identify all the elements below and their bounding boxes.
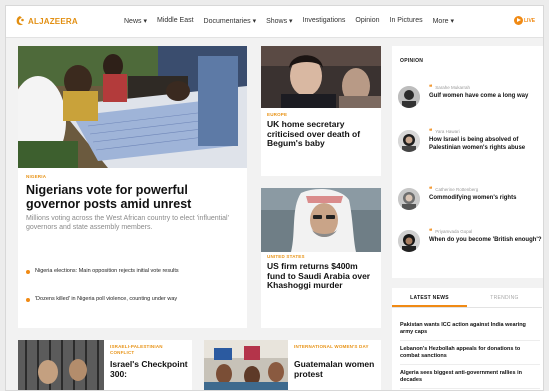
story-kicker[interactable]: EUROPE [267, 112, 287, 117]
main-story-image[interactable] [18, 46, 247, 168]
author-avatar [398, 230, 420, 252]
opinion-title[interactable]: OPINION [400, 58, 423, 64]
latest-news-item[interactable]: Algeria sees biggest anti-government ral… [400, 370, 540, 389]
main-story-card[interactable]: NIGERIA Nigerians vote for powerful gove… [18, 46, 247, 328]
story-image[interactable] [204, 340, 288, 390]
story-kicker[interactable]: ISRAELI-PALESTINIAN CONFLICT [110, 344, 188, 356]
live-label: LIVE [524, 17, 536, 24]
logo-text: ALJAZEERA [28, 16, 78, 26]
opinion-item[interactable]: ❝ Sarahe Mukarrah Gulf women have come a … [398, 84, 542, 118]
story-card[interactable]: INTERNATIONAL WOMEN'S DAY Guatemalan wom… [204, 340, 381, 390]
related-story-title[interactable]: 'Dozens killed' in Nigeria poll violence… [35, 296, 177, 303]
quote-icon: ❝ [429, 85, 433, 91]
author-name: Priyamvada Gopal [435, 229, 473, 234]
nav-news[interactable]: News ▾ [124, 17, 147, 25]
aljazeera-logo[interactable]: ALJAZEERA [14, 15, 78, 27]
main-story-summary: Millions voting across the West African … [26, 215, 229, 232]
story-headline[interactable]: US firm returns $400m fund to Saudi Arab… [267, 261, 377, 291]
nav-shows[interactable]: Shows ▾ [266, 17, 292, 25]
nav-more[interactable]: More ▾ [433, 17, 454, 25]
story-kicker[interactable]: INTERNATIONAL WOMEN'S DAY [294, 344, 376, 350]
author-name: Catherine Rottenberg [435, 187, 479, 192]
opinion-headline[interactable]: Commodifying women's rights [429, 194, 516, 202]
story-kicker[interactable]: UNITED STATES [267, 254, 305, 259]
related-story[interactable]: Nigeria elections: Main opposition rejec… [26, 268, 236, 275]
author-name: Sarahe Mukarrah [435, 85, 471, 90]
story-card[interactable]: EUROPE UK home secretary criticised over… [261, 46, 381, 176]
story-headline[interactable]: UK home secretary criticised over death … [267, 119, 375, 149]
latest-news-item[interactable]: Lebanon's Hezbollah appeals for donation… [400, 346, 540, 365]
story-headline[interactable]: Guatemalan women protest [294, 359, 378, 379]
main-story-headline[interactable]: Nigerians vote for powerful governor pos… [26, 183, 238, 211]
nav-middle-east[interactable]: Middle East [157, 17, 194, 25]
opinion-item[interactable]: ❝ Priyamvada Gopal When do you become 'Br… [398, 228, 542, 262]
main-nav: News ▾ Middle East Documentaries ▾ Shows… [124, 17, 464, 25]
latest-news-panel: LATEST NEWS TRENDING Pakistan wants ICC … [392, 288, 543, 390]
author-name: Yara Hawari [435, 129, 460, 134]
story-image[interactable] [18, 340, 104, 390]
opinion-item[interactable]: ❝ Catherine Rottenberg Commodifying women… [398, 186, 542, 220]
quote-icon: ❝ [429, 229, 433, 235]
author-avatar [398, 188, 420, 210]
opinion-headline[interactable]: How Israel is being absolved of Palestin… [429, 136, 542, 152]
tab-latest-news[interactable]: LATEST NEWS [392, 288, 467, 307]
story-card[interactable]: UNITED STATES US firm returns $400m fund… [261, 188, 381, 328]
bullet-dot-icon [26, 298, 30, 302]
latest-tabs: LATEST NEWS TRENDING [392, 288, 542, 308]
story-image[interactable] [261, 188, 381, 252]
nav-investigations[interactable]: Investigations [303, 17, 346, 25]
browser-viewport: ALJAZEERA News ▾ Middle East Documentari… [5, 5, 544, 391]
live-button[interactable]: LIVE [514, 16, 535, 25]
opinion-item[interactable]: ❝ Yara Hawari How Israel is being absolve… [398, 128, 542, 162]
site-header: ALJAZEERA News ▾ Middle East Documentari… [6, 6, 543, 38]
quote-icon: ❝ [429, 187, 433, 193]
author-avatar [398, 86, 420, 108]
quote-icon: ❝ [429, 129, 433, 135]
opinion-headline[interactable]: When do you become 'British enough'? [429, 236, 542, 244]
nav-documentaries[interactable]: Documentaries ▾ [204, 17, 257, 25]
main-story-kicker[interactable]: NIGERIA [26, 174, 46, 179]
author-avatar [398, 130, 420, 152]
opinion-headline[interactable]: Gulf women have come a long way [429, 92, 528, 100]
aljazeera-logo-icon [14, 15, 26, 27]
play-icon [514, 16, 523, 25]
bullet-dot-icon [26, 270, 30, 274]
story-image[interactable] [261, 46, 381, 108]
related-story-title[interactable]: Nigeria elections: Main opposition rejec… [35, 268, 179, 275]
story-headline[interactable]: Israel's Checkpoint 300: [110, 359, 190, 379]
nav-opinion[interactable]: Opinion [355, 17, 379, 25]
related-story[interactable]: 'Dozens killed' in Nigeria poll violence… [26, 296, 236, 303]
opinion-panel: OPINION ❝ Sarahe Mukarrah Gulf women have… [392, 46, 543, 278]
tab-trending[interactable]: TRENDING [467, 288, 542, 307]
nav-in-pictures[interactable]: In Pictures [390, 17, 423, 25]
latest-news-item[interactable]: Pakistan wants ICC action against India … [400, 322, 540, 341]
story-card[interactable]: ISRAELI-PALESTINIAN CONFLICT Israel's Ch… [18, 340, 192, 390]
